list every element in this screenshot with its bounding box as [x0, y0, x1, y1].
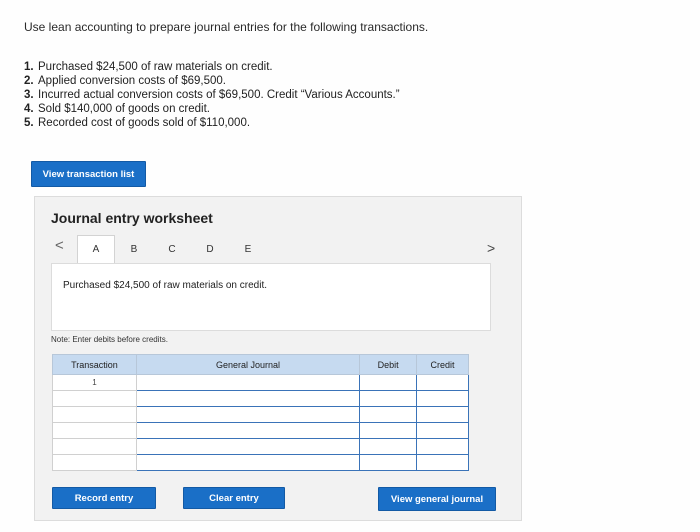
transaction-list: 1. Purchased $24,500 of raw materials on …: [24, 60, 400, 130]
table-row: [52, 438, 469, 455]
transaction-tabs: A B C D E: [77, 235, 267, 263]
credit-input[interactable]: [416, 390, 469, 407]
debit-input[interactable]: [359, 422, 418, 439]
table-header-row: Transaction General Journal Debit Credit: [52, 354, 469, 375]
transaction-item: 4. Sold $140,000 of goods on credit.: [24, 102, 400, 116]
transaction-item: 1. Purchased $24,500 of raw materials on …: [24, 60, 400, 74]
general-journal-input[interactable]: [135, 422, 361, 439]
header-general-journal: General Journal: [135, 354, 361, 375]
debit-input[interactable]: [359, 374, 418, 391]
transaction-cell: [52, 390, 137, 407]
transaction-text: Recorded cost of goods sold of $110,000.: [38, 117, 251, 129]
transaction-cell: 1: [52, 374, 137, 391]
chevron-left-icon[interactable]: <: [55, 237, 64, 254]
transaction-number: 5.: [24, 117, 34, 129]
credit-input[interactable]: [416, 438, 469, 455]
record-entry-button[interactable]: Record entry: [52, 487, 156, 509]
transaction-description-box: Purchased $24,500 of raw materials on cr…: [51, 263, 491, 331]
table-row: [52, 406, 469, 423]
view-general-journal-button[interactable]: View general journal: [378, 487, 496, 511]
transaction-cell: [52, 406, 137, 423]
general-journal-input[interactable]: [135, 454, 361, 471]
table-row: [52, 422, 469, 439]
tab-e[interactable]: E: [229, 235, 267, 263]
chevron-right-icon[interactable]: >: [487, 240, 495, 256]
table-row: 1: [52, 374, 469, 391]
tab-c[interactable]: C: [153, 235, 191, 263]
clear-entry-button[interactable]: Clear entry: [183, 487, 285, 509]
debit-credit-note: Note: Enter debits before credits.: [51, 335, 168, 344]
tab-d[interactable]: D: [191, 235, 229, 263]
transaction-cell: [52, 454, 137, 471]
view-transaction-list-button[interactable]: View transaction list: [31, 161, 146, 187]
credit-input[interactable]: [416, 406, 469, 423]
general-journal-input[interactable]: [135, 406, 361, 423]
transaction-number: 2.: [24, 75, 34, 87]
transaction-text: Sold $140,000 of goods on credit.: [38, 103, 210, 115]
debit-input[interactable]: [359, 454, 418, 471]
header-credit: Credit: [416, 354, 469, 375]
header-debit: Debit: [359, 354, 418, 375]
transaction-number: 4.: [24, 103, 34, 115]
transaction-text: Incurred actual conversion costs of $69,…: [38, 89, 400, 101]
transaction-item: 2. Applied conversion costs of $69,500.: [24, 74, 400, 88]
tab-a[interactable]: A: [77, 235, 115, 263]
transaction-item: 3. Incurred actual conversion costs of $6…: [24, 88, 400, 102]
transaction-item: 5. Recorded cost of goods sold of $110,00…: [24, 116, 400, 130]
general-journal-input[interactable]: [135, 374, 361, 391]
transaction-description: Purchased $24,500 of raw materials on cr…: [63, 280, 267, 291]
debit-input[interactable]: [359, 390, 418, 407]
debit-input[interactable]: [359, 438, 418, 455]
credit-input[interactable]: [416, 454, 469, 471]
debit-input[interactable]: [359, 406, 418, 423]
table-row: [52, 390, 469, 407]
journal-entry-worksheet: Journal entry worksheet < A B C D E Purc…: [34, 196, 522, 521]
table-row: [52, 454, 469, 471]
journal-entry-table: Transaction General Journal Debit Credit…: [52, 354, 469, 471]
general-journal-input[interactable]: [135, 438, 361, 455]
transaction-cell: [52, 422, 137, 439]
credit-input[interactable]: [416, 374, 469, 391]
transaction-cell: [52, 438, 137, 455]
instructions-text: Use lean accounting to prepare journal e…: [24, 20, 429, 34]
transaction-number: 3.: [24, 89, 34, 101]
transaction-number: 1.: [24, 61, 34, 73]
general-journal-input[interactable]: [135, 390, 361, 407]
credit-input[interactable]: [416, 422, 469, 439]
header-transaction: Transaction: [52, 354, 137, 375]
worksheet-title: Journal entry worksheet: [51, 210, 213, 226]
transaction-text: Purchased $24,500 of raw materials on cr…: [38, 61, 273, 73]
transaction-text: Applied conversion costs of $69,500.: [38, 75, 226, 87]
tab-b[interactable]: B: [115, 235, 153, 263]
